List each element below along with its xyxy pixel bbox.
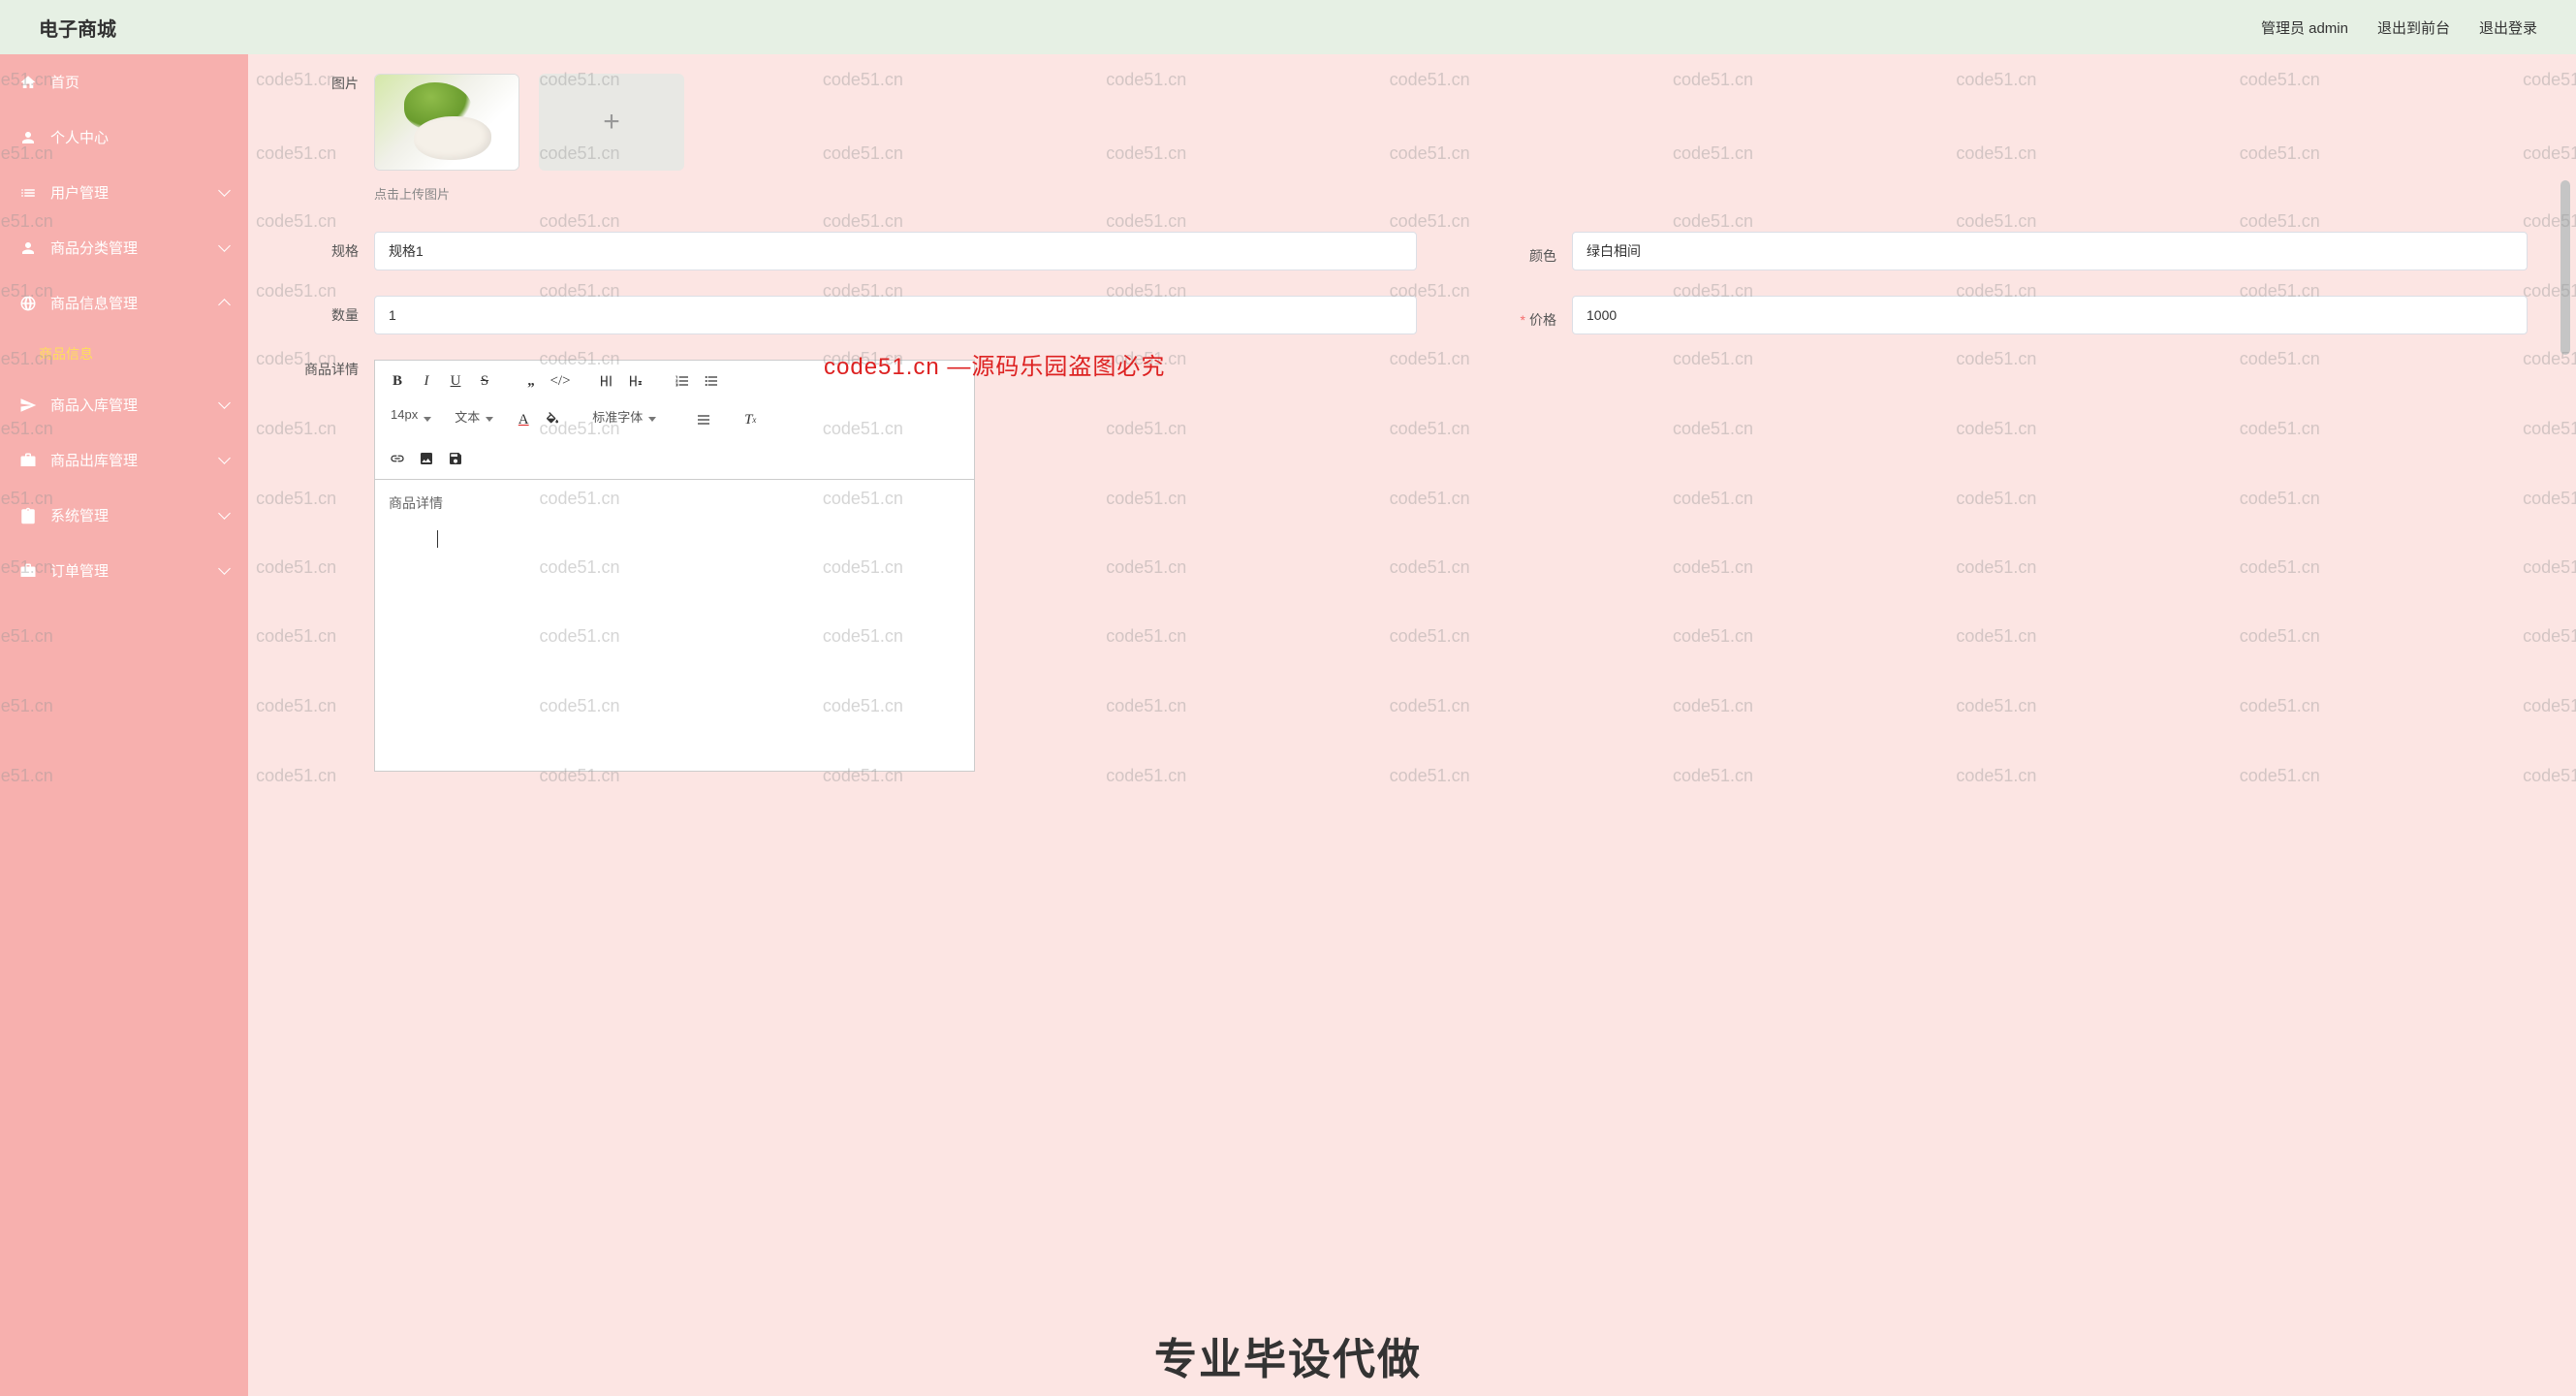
rich-text-editor: B I U S „ </> 14px (374, 360, 975, 772)
menu-label: 商品入库管理 (50, 395, 138, 415)
menu-label: 商品分类管理 (50, 238, 138, 258)
add-image-button[interactable]: + (539, 74, 684, 171)
color-label: 颜色 (1514, 237, 1572, 266)
image-label: 图片 (297, 74, 374, 93)
font-color-button[interactable]: A (511, 407, 536, 432)
save-button[interactable] (443, 446, 468, 471)
menu-label: 首页 (50, 72, 79, 92)
home-icon (19, 74, 37, 91)
menu-stock-in[interactable]: 商品入库管理 (0, 377, 248, 432)
bg-color-button[interactable] (540, 407, 565, 432)
unordered-list-button[interactable] (699, 368, 724, 394)
clipboard-icon (19, 507, 37, 524)
editor-placeholder: 商品详情 (389, 495, 443, 511)
menu-personal[interactable]: 个人中心 (0, 110, 248, 165)
underline-button[interactable]: U (443, 368, 468, 394)
strike-button[interactable]: S (472, 368, 497, 394)
header: 电子商城 管理员 admin 退出到前台 退出登录 (0, 0, 2576, 54)
spec-label: 规格 (297, 232, 374, 261)
detail-label: 商品详情 (297, 360, 374, 379)
menu-user-mgmt[interactable]: 用户管理 (0, 165, 248, 220)
menu-label: 个人中心 (50, 127, 109, 147)
header1-button[interactable] (594, 368, 619, 394)
upload-hint: 点击上传图片 (297, 184, 2528, 203)
menu-label: 订单管理 (50, 560, 109, 581)
menu-home[interactable]: 首页 (0, 54, 248, 110)
app-title: 电子商城 (39, 14, 116, 42)
send-icon (19, 397, 37, 414)
ordered-list-button[interactable] (670, 368, 695, 394)
menu-category-mgmt[interactable]: 商品分类管理 (0, 220, 248, 275)
main-content: 图片 + 点击上传图片 规格 颜色 (248, 54, 2576, 1396)
logout-to-front[interactable]: 退出到前台 (2377, 17, 2450, 38)
editor-textarea[interactable]: 商品详情 (375, 480, 974, 771)
globe-icon (19, 295, 37, 312)
text-cursor (437, 530, 438, 548)
menu-label: 系统管理 (50, 505, 109, 525)
quote-button[interactable]: „ (518, 368, 544, 394)
menu-label: 用户管理 (50, 182, 109, 203)
menu-label: 商品信息管理 (50, 293, 138, 313)
fontfamily-select[interactable]: 标准字体 (586, 407, 660, 432)
qty-input[interactable] (374, 296, 1417, 334)
header2-button[interactable] (623, 368, 648, 394)
plus-icon: + (603, 106, 620, 139)
menu-label: 商品出库管理 (50, 450, 138, 470)
link-button[interactable] (385, 446, 410, 471)
scrollbar-thumb[interactable] (2560, 180, 2570, 355)
italic-button[interactable]: I (414, 368, 439, 394)
user-label[interactable]: 管理员 admin (2261, 17, 2348, 38)
price-input[interactable] (1572, 296, 2528, 334)
editor-toolbar: B I U S „ </> 14px (375, 361, 974, 480)
box-icon (19, 452, 37, 469)
submenu-product-info[interactable]: 商品信息 (0, 331, 248, 377)
fontsize-select[interactable]: 14px (385, 407, 435, 432)
briefcase-icon (19, 562, 37, 580)
color-input[interactable] (1572, 232, 2528, 270)
menu-product-mgmt[interactable]: 商品信息管理 (0, 275, 248, 331)
user-icon (19, 239, 37, 257)
image-button[interactable] (414, 446, 439, 471)
qty-label: 数量 (297, 296, 374, 325)
menu-stock-out[interactable]: 商品出库管理 (0, 432, 248, 488)
menu-order-mgmt[interactable]: 订单管理 (0, 543, 248, 598)
align-button[interactable] (691, 407, 716, 432)
logout[interactable]: 退出登录 (2479, 17, 2537, 38)
format-select[interactable]: 文本 (449, 407, 497, 432)
submenu-product: 商品信息 (0, 331, 248, 377)
user-icon (19, 129, 37, 146)
list-icon (19, 184, 37, 202)
menu-system-mgmt[interactable]: 系统管理 (0, 488, 248, 543)
clear-format-button[interactable]: Tx (738, 407, 763, 432)
code-button[interactable]: </> (548, 368, 573, 394)
header-right: 管理员 admin 退出到前台 退出登录 (2261, 17, 2537, 38)
sidebar: 首页 个人中心 用户管理 商品分类管理 商品信息管理 商品信息 商品入库管理 商… (0, 54, 248, 1396)
spec-input[interactable] (374, 232, 1417, 270)
bold-button[interactable]: B (385, 368, 410, 394)
product-image-thumb[interactable] (374, 74, 519, 171)
price-label: 价格 (1514, 301, 1572, 330)
